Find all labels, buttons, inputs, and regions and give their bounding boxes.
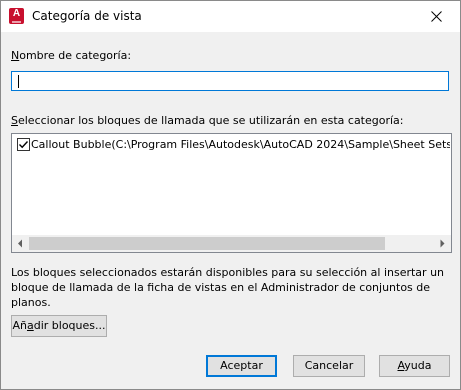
item-checkbox[interactable] <box>17 138 30 151</box>
title-bar: A Categoría de vista <box>1 1 460 32</box>
horizontal-scrollbar[interactable] <box>12 235 451 252</box>
text-caret <box>18 75 19 88</box>
dialog-window: A Categoría de vista Nombre de categoría… <box>0 0 461 390</box>
item-label: Callout Bubble(C:\Program Files\Autodesk… <box>31 138 450 151</box>
window-title: Categoría de vista <box>32 9 142 23</box>
scroll-left-button[interactable] <box>12 235 29 252</box>
category-name-input[interactable] <box>11 71 449 91</box>
autocad-icon: A <box>9 8 24 24</box>
info-text: Los bloques seleccionados estarán dispon… <box>11 266 445 309</box>
category-name-label: Nombre de categoría: <box>11 49 132 62</box>
accept-button[interactable]: Aceptar <box>206 355 277 377</box>
list-item[interactable]: Callout Bubble(C:\Program Files\Autodesk… <box>14 136 450 153</box>
chevron-left-icon <box>18 239 22 248</box>
checkmark-icon <box>19 141 29 149</box>
callout-blocks-list[interactable]: Callout Bubble(C:\Program Files\Autodesk… <box>11 133 452 253</box>
app-icon-letter: A <box>12 8 21 19</box>
scroll-thumb[interactable] <box>29 237 385 250</box>
close-icon <box>431 11 442 22</box>
add-blocks-button[interactable]: Añadir bloques... <box>11 315 107 337</box>
callout-blocks-label: Seleccionar los bloques de llamada que s… <box>11 114 404 127</box>
chevron-right-icon <box>440 239 445 248</box>
help-button[interactable]: Ayuda <box>379 355 450 377</box>
cancel-button[interactable]: Cancelar <box>293 355 365 377</box>
close-button[interactable] <box>414 1 460 32</box>
scroll-right-button[interactable] <box>434 235 451 252</box>
